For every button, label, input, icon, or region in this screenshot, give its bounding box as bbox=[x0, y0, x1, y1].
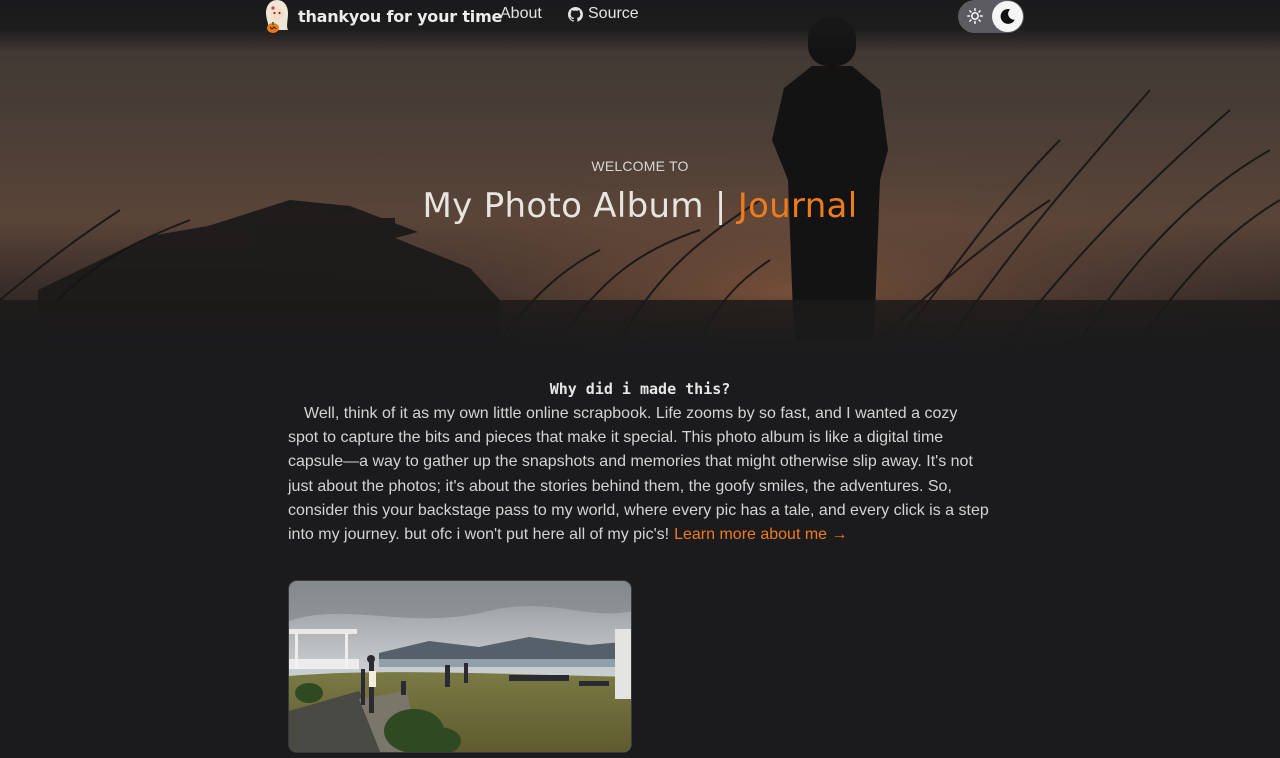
sun-icon bbox=[967, 8, 983, 24]
nav-link-source[interactable]: Source bbox=[568, 5, 639, 23]
hero-text: WELCOME TO My Photo Album | Journal bbox=[0, 158, 1280, 226]
nav-link-source-label: Source bbox=[588, 5, 639, 22]
photo-thumbnail bbox=[289, 581, 631, 752]
brand-logo-icon bbox=[266, 0, 288, 33]
intro-section: Why did i made this? Well, think of it a… bbox=[288, 380, 992, 547]
hero-title-main: My Photo Album bbox=[422, 186, 704, 226]
hero-banner: WELCOME TO My Photo Album | Journal bbox=[0, 0, 1280, 356]
github-icon bbox=[568, 6, 583, 22]
hero-title-separator: | bbox=[714, 186, 727, 226]
intro-body: Well, think of it as my own little onlin… bbox=[288, 405, 989, 544]
navbar: thankyou for your time About Source bbox=[0, 0, 1280, 52]
hero-title: My Photo Album | Journal bbox=[0, 186, 1280, 226]
hero-title-accent: Journal bbox=[737, 186, 858, 226]
brand-title: thankyou for your time bbox=[298, 6, 503, 26]
photo-gallery bbox=[288, 580, 632, 753]
brand-link[interactable]: thankyou for your time bbox=[262, 0, 503, 33]
nav-link-about-label: About bbox=[500, 5, 542, 22]
photo-card[interactable] bbox=[288, 580, 632, 753]
learn-more-link[interactable]: Learn more about me → bbox=[674, 526, 847, 543]
theme-toggle[interactable] bbox=[958, 0, 1024, 33]
theme-toggle-knob[interactable] bbox=[992, 1, 1023, 32]
hero-kicker: WELCOME TO bbox=[591, 158, 689, 174]
intro-heading: Why did i made this? bbox=[549, 380, 731, 398]
nav-link-about[interactable]: About bbox=[500, 5, 542, 23]
moon-icon bbox=[1000, 8, 1015, 24]
intro-paragraph: Well, think of it as my own little onlin… bbox=[288, 402, 992, 547]
hero-fade bbox=[0, 296, 1280, 356]
